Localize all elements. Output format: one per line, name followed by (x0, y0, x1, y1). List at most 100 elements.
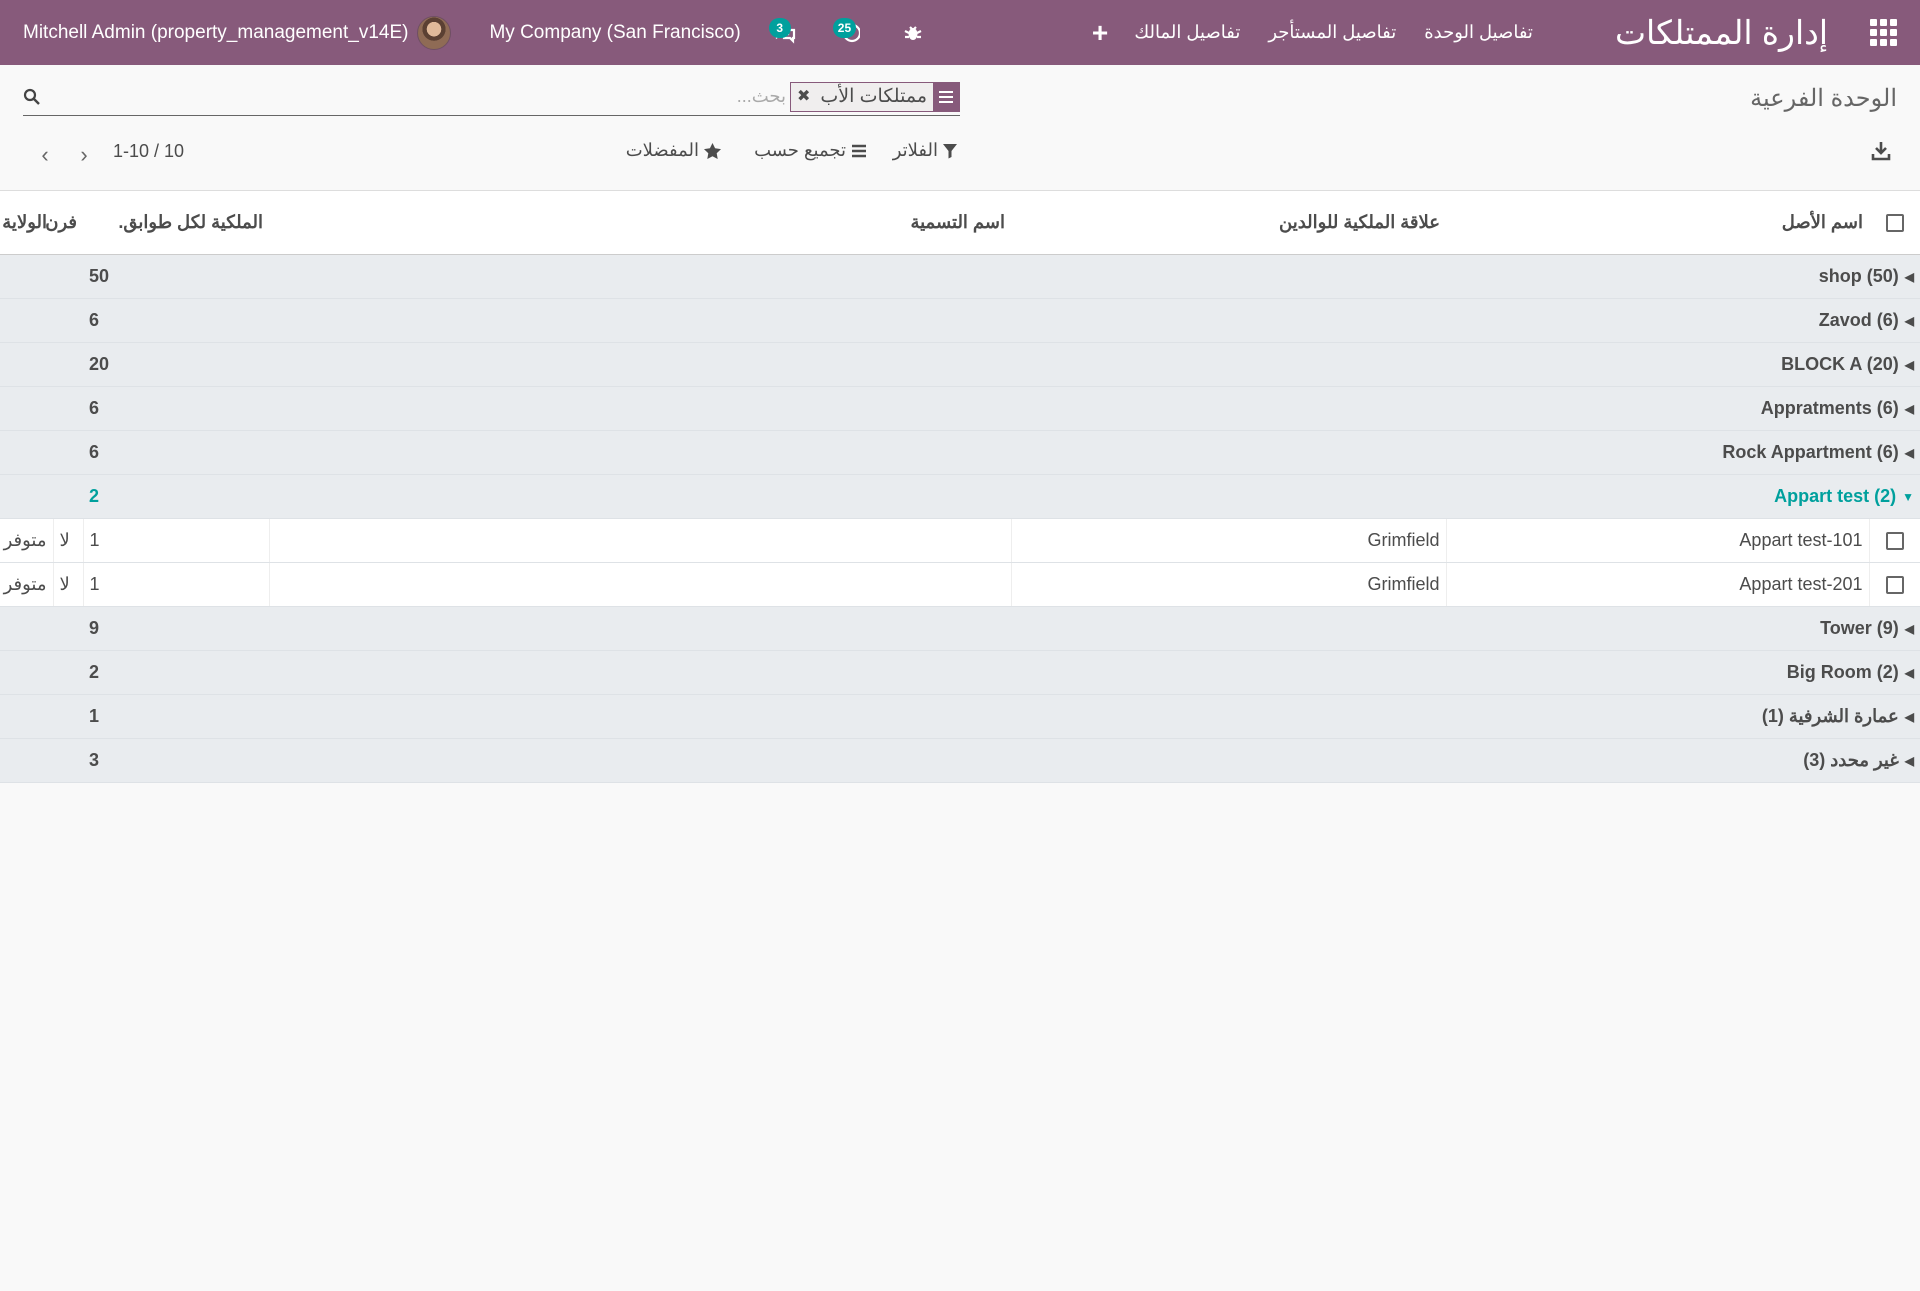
column-asset-name[interactable]: اسم الأصل (1446, 190, 1869, 255)
group-name: عمارة الشرفية (1) (1761, 706, 1899, 726)
group-name: Tower (9) (1820, 618, 1899, 638)
caret-left-icon: ◀ (1904, 270, 1914, 285)
menu-tenant-details[interactable]: تفاصيل المستأجر (1268, 22, 1396, 43)
cell-state[interactable]: متوفر (0, 562, 54, 607)
group-name: Big Room (2) (1786, 662, 1899, 682)
cell-floors[interactable]: 1 (83, 518, 270, 563)
table-header: اسم الأصل علاقة الملكية للوالدين اسم الت… (0, 190, 1920, 255)
group-name: Appratments (6) (1760, 398, 1899, 418)
menu-owner-details[interactable]: تفاصيل المالك (1134, 22, 1240, 43)
group-row[interactable]: ◀ Appratments (6) 6 (0, 386, 1920, 431)
group-name: shop (50) (1818, 266, 1899, 286)
facet-remove-icon[interactable]: ✖ (790, 83, 815, 111)
caret-left-icon: ◀ (1904, 314, 1914, 329)
cell-asset-name[interactable]: Appart test-201 (1446, 562, 1870, 607)
caret-left-icon: ◀ (1904, 666, 1914, 681)
group-row-expanded[interactable]: ▼ Appart test (2) 2 (0, 474, 1920, 519)
quick-create-plus-icon[interactable]: + (1085, 17, 1115, 48)
group-count: 2 (89, 486, 100, 506)
activity-menu[interactable]: 25 (829, 13, 869, 53)
cell-label-name[interactable] (269, 518, 1012, 563)
group-name: Appart test (2) (1774, 486, 1897, 506)
group-count: 6 (89, 442, 100, 462)
debug-menu[interactable] (893, 13, 933, 53)
favorites-button[interactable]: المفضلات (626, 140, 721, 161)
table-row[interactable]: Appart test-101 Grimfield 1 لا متوفر (0, 518, 1920, 563)
app-title[interactable]: إدارة الممتلكات (1615, 13, 1828, 52)
group-row[interactable]: ◀ غير محدد (3) 3 (0, 738, 1920, 783)
cell-oven[interactable]: لا (53, 518, 84, 563)
group-count: 50 (89, 266, 110, 286)
filter-icon (943, 143, 957, 158)
apps-menu-icon[interactable] (1868, 18, 1898, 48)
cell-parent-relation[interactable]: Grimfield (1011, 518, 1447, 563)
list-view: اسم الأصل علاقة الملكية للوالدين اسم الت… (0, 190, 1920, 783)
column-oven[interactable]: فرن (45, 190, 83, 255)
messages-badge: 3 (768, 17, 791, 38)
group-count: 2 (89, 662, 100, 682)
filters-button[interactable]: الفلاتر (893, 140, 957, 161)
cell-oven[interactable]: لا (53, 562, 84, 607)
caret-left-icon: ◀ (1904, 446, 1914, 461)
facet-label: ممتلكات الأب (814, 83, 933, 111)
top-navbar: Mitchell Admin (property_management_v14E… (0, 0, 1920, 65)
table-row[interactable]: Appart test-201 Grimfield 1 لا متوفر (0, 562, 1920, 607)
select-all-checkbox[interactable] (1869, 190, 1920, 255)
pager-value[interactable]: 1-10 / 10 (113, 141, 184, 162)
search-facet: ممتلكات الأب ✖ (789, 82, 960, 112)
cell-asset-name[interactable]: Appart test-101 (1446, 518, 1870, 563)
records-table: اسم الأصل علاقة الملكية للوالدين اسم الت… (0, 190, 1920, 783)
pager-previous-icon[interactable]: ‹ (34, 142, 56, 168)
group-name: BLOCK A (20) (1781, 354, 1899, 374)
filters-label: الفلاتر (892, 140, 938, 160)
group-count: 6 (89, 398, 100, 418)
menu-unit-details[interactable]: تفاصيل الوحدة (1424, 22, 1533, 43)
group-row[interactable]: ◀ Big Room (2) 2 (0, 650, 1920, 695)
group-count: 9 (89, 618, 100, 638)
cell-state[interactable]: متوفر (0, 518, 54, 563)
bug-icon (904, 25, 922, 40)
group-count: 6 (89, 310, 100, 330)
group-row[interactable]: ◀ عمارة الشرفية (1) 1 (0, 694, 1920, 739)
group-row[interactable]: ◀ Rock Appartment (6) 6 (0, 430, 1920, 475)
company-switcher[interactable]: My Company (San Francisco) (489, 22, 740, 44)
caret-left-icon: ◀ (1904, 402, 1914, 417)
caret-down-icon: ▼ (1902, 490, 1914, 505)
pager-next-icon[interactable]: › (73, 142, 95, 168)
group-row[interactable]: ◀ Tower (9) 9 (0, 606, 1920, 651)
group-count: 1 (89, 706, 100, 726)
row-checkbox[interactable] (1869, 562, 1920, 607)
caret-left-icon: ◀ (1904, 710, 1914, 725)
breadcrumb: الوحدة الفرعية (1750, 85, 1897, 112)
column-state[interactable]: الولاية (0, 190, 53, 255)
caret-left-icon: ◀ (1904, 622, 1914, 637)
column-parent-relation[interactable]: علاقة الملكية للوالدين (1011, 190, 1446, 255)
activities-badge: 25 (832, 17, 857, 38)
user-avatar[interactable] (417, 15, 452, 50)
group-row[interactable]: ◀ Zavod (6) 6 (0, 298, 1920, 343)
caret-left-icon: ◀ (1904, 358, 1914, 373)
download-icon[interactable] (1870, 140, 1892, 162)
favorites-label: المفضلات (625, 140, 699, 160)
list-icon (852, 144, 866, 157)
groupby-button[interactable]: تجميع حسب (754, 140, 867, 161)
star-icon (704, 142, 721, 159)
groupby-label: تجميع حسب (754, 140, 846, 160)
user-menu[interactable]: Mitchell Admin (property_management_v14E… (23, 22, 408, 44)
group-count: 3 (89, 750, 100, 770)
column-floors[interactable]: الملكية لكل طوابق. (83, 190, 269, 255)
messaging-menu[interactable]: 3 (765, 13, 805, 53)
search-input[interactable]: بحث... (737, 86, 786, 107)
search-bar[interactable]: بحث... ممتلكات الأب ✖ (23, 80, 960, 116)
search-icon[interactable] (23, 88, 41, 106)
cell-floors[interactable]: 1 (83, 562, 270, 607)
row-checkbox[interactable] (1869, 518, 1920, 563)
group-row[interactable]: ◀ shop (50) 50 (0, 254, 1920, 299)
cell-label-name[interactable] (269, 562, 1012, 607)
group-row[interactable]: ◀ BLOCK A (20) 20 (0, 342, 1920, 387)
groupby-facet-icon (933, 83, 959, 111)
cell-parent-relation[interactable]: Grimfield (1011, 562, 1447, 607)
column-label-name[interactable]: اسم التسمية (269, 190, 1011, 255)
group-name: Zavod (6) (1818, 310, 1899, 330)
group-name: Rock Appartment (6) (1722, 442, 1899, 462)
